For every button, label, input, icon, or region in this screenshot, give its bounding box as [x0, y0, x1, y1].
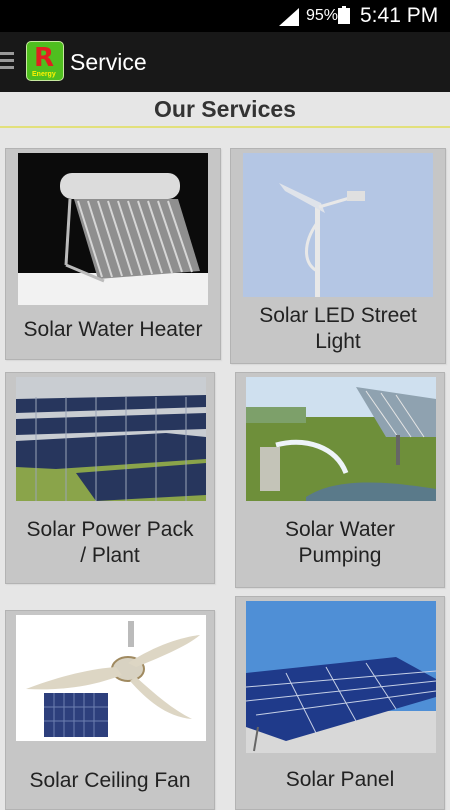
- solar-ceiling-fan-image: [16, 615, 206, 741]
- solar-water-pump-image: [246, 377, 436, 501]
- menu-icon[interactable]: [0, 52, 14, 70]
- service-label: Solar Panel: [285, 768, 395, 791]
- battery-percentage: 95%: [306, 7, 339, 24]
- solar-panel-image: [246, 601, 436, 753]
- logo-letter: R: [34, 43, 55, 73]
- service-card-solar-led-street-light[interactable]: Solar LED Street Light: [230, 148, 446, 364]
- app-bar: R Energy Service: [0, 32, 450, 92]
- service-card-solar-power-pack[interactable]: Solar Power Pack / Plant: [5, 372, 215, 584]
- app-logo[interactable]: R Energy: [26, 41, 64, 81]
- page-title: Our Services: [154, 96, 296, 122]
- app-title: Service: [70, 49, 147, 75]
- service-card-solar-panel[interactable]: Solar Panel: [235, 596, 445, 810]
- signal-icon: [279, 8, 299, 26]
- service-card-solar-ceiling-fan[interactable]: Solar Ceiling Fan: [5, 610, 215, 810]
- service-label: Solar Water Heater: [23, 318, 203, 341]
- service-label: Solar Ceiling Fan: [29, 769, 191, 792]
- status-bar: 95% 5:41 PM: [0, 0, 450, 32]
- solar-street-light-image: [243, 153, 433, 297]
- logo-text: Energy: [32, 71, 56, 78]
- battery-icon: [338, 6, 350, 24]
- solar-power-plant-image: [16, 377, 206, 501]
- service-label: Solar Water Pumping: [284, 518, 396, 567]
- solar-water-heater-image: [18, 153, 208, 305]
- service-label: Solar LED Street Light: [259, 304, 417, 353]
- clock: 5:41 PM: [360, 4, 439, 27]
- service-card-solar-water-pumping[interactable]: Solar Water Pumping: [235, 372, 445, 588]
- heading-divider: [0, 126, 450, 128]
- service-card-solar-water-heater[interactable]: Solar Water Heater: [5, 148, 221, 360]
- service-label: Solar Power Pack / Plant: [26, 518, 194, 567]
